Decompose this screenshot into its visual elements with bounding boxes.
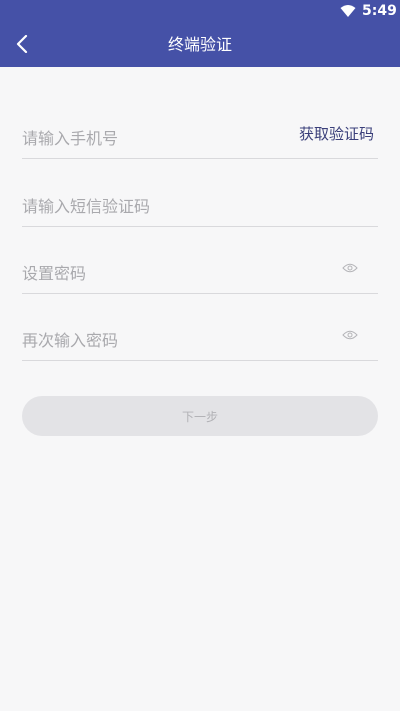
- sms-code-input[interactable]: [22, 186, 282, 226]
- sms-code-field: [22, 186, 378, 227]
- nav-bar: 终端验证: [0, 22, 400, 67]
- phone-field: 获取验证码: [22, 118, 378, 159]
- status-bar: 5:49: [0, 0, 400, 22]
- next-button[interactable]: 下一步: [22, 396, 378, 436]
- eye-icon[interactable]: [342, 263, 358, 273]
- get-code-button[interactable]: 获取验证码: [299, 122, 374, 146]
- wifi-icon: [340, 5, 356, 17]
- phone-input[interactable]: [22, 118, 282, 158]
- confirm-password-field: [22, 320, 378, 361]
- password-field: [22, 253, 378, 294]
- confirm-password-input[interactable]: [22, 320, 282, 360]
- app-header: 5:49 终端验证: [0, 0, 400, 67]
- eye-icon[interactable]: [342, 330, 358, 340]
- page-title: 终端验证: [167, 35, 232, 54]
- password-input[interactable]: [22, 253, 282, 293]
- status-time: 5:49: [362, 3, 397, 19]
- back-button[interactable]: [8, 26, 40, 62]
- chevron-left-icon: [16, 35, 28, 53]
